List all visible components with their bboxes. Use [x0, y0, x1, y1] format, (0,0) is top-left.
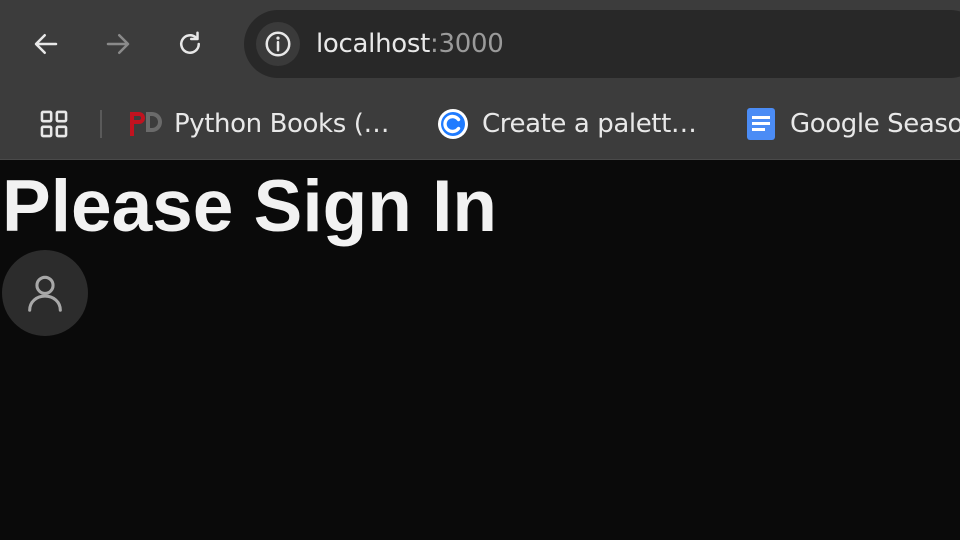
pd-logo-icon [128, 107, 162, 141]
apps-button[interactable] [32, 102, 76, 146]
bookmark-label: Create a palett… [482, 109, 697, 139]
address-bar[interactable]: localhost:3000 [244, 10, 960, 78]
reload-icon [180, 31, 200, 54]
bookmark-python-books[interactable]: Python Books (… [128, 100, 389, 148]
bookmark-label: Python Books (… [174, 109, 390, 139]
back-button[interactable] [24, 22, 68, 66]
bookmark-label: Google Seaso [790, 109, 960, 139]
url-port: :3000 [430, 29, 504, 59]
page-content: Please Sign In [0, 161, 960, 540]
bookmarks-divider [100, 110, 102, 138]
arrow-right-icon [106, 34, 130, 54]
bookmark-google-docs[interactable]: Google Seaso [744, 100, 960, 148]
url-host: localhost [316, 29, 431, 59]
bookmark-create-palette[interactable]: Create a palett… [436, 100, 697, 148]
forward-button[interactable] [96, 22, 140, 66]
user-icon [28, 275, 62, 312]
bookmarks-bar: Python Books (… Create a palett… Google … [0, 88, 960, 160]
url-text[interactable]: localhost:3000 [316, 27, 504, 61]
browser-toolbar: localhost:3000 [0, 0, 960, 88]
apps-grid-icon [40, 110, 68, 138]
site-info-button[interactable] [256, 22, 300, 66]
reload-button[interactable] [168, 22, 212, 66]
sign-in-avatar-button[interactable] [2, 250, 88, 336]
page-title: Please Sign In [2, 166, 497, 247]
google-docs-icon [744, 107, 778, 141]
coolors-icon [436, 107, 470, 141]
arrow-left-icon [34, 34, 58, 54]
info-icon [265, 31, 291, 57]
